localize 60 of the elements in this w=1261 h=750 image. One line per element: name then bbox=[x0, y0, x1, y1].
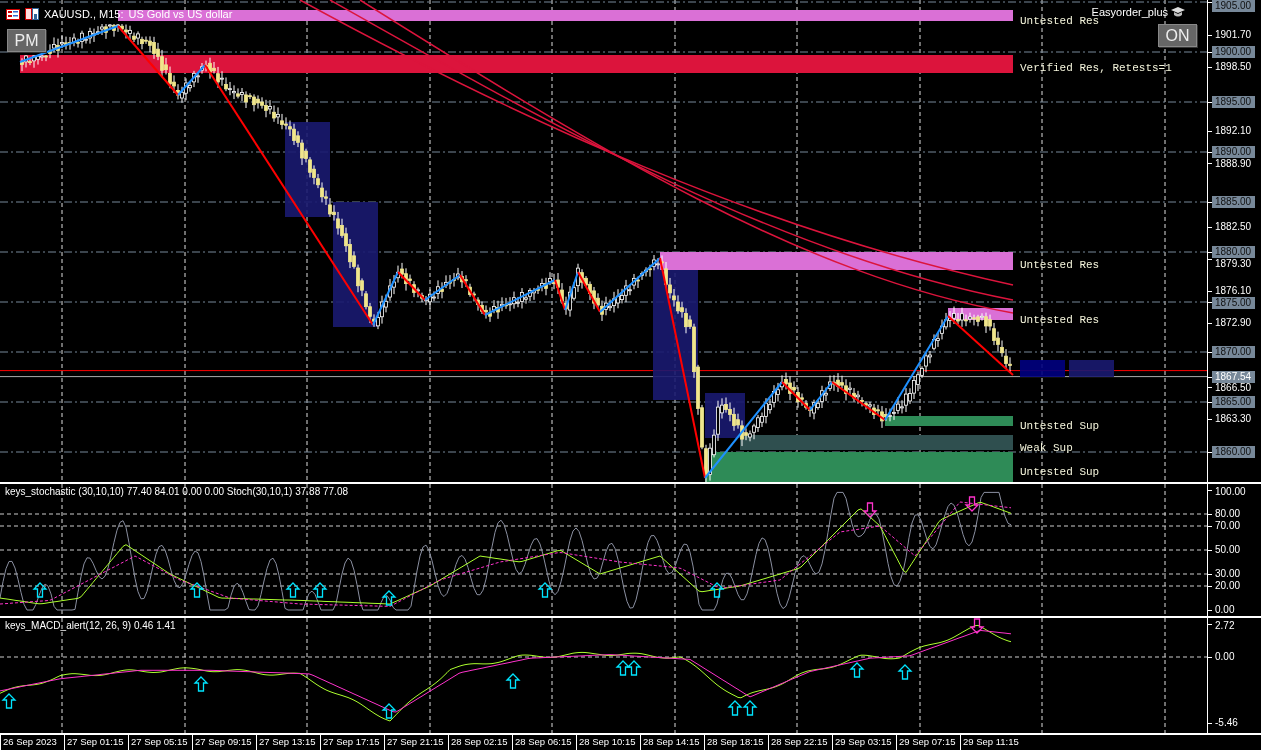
stochastic-title: keys_stochastic (30,10,10) 77.40 84.01 0.00 0.00 Stoch(30,10,1) 37.88 77.08 bbox=[5, 486, 349, 498]
price-label: 1867.54 bbox=[1212, 370, 1256, 383]
axis-label: 80.00 bbox=[1214, 508, 1242, 521]
price-label: 1895.00 bbox=[1212, 96, 1256, 108]
price-label: 1872.90 bbox=[1214, 317, 1253, 329]
time-label: 28 Sep 18:15 bbox=[704, 735, 768, 750]
zone-label: Untested Res bbox=[1020, 314, 1100, 326]
time-label: 29 Sep 07:15 bbox=[896, 735, 960, 750]
price-label: 1901.70 bbox=[1214, 29, 1253, 41]
price-label: 1905.00 bbox=[1212, 0, 1256, 12]
zone-label: Untested Res bbox=[1020, 15, 1100, 27]
time-label: 28 Sep 14:15 bbox=[640, 735, 704, 750]
time-label: 28 Sep 10:15 bbox=[576, 735, 640, 750]
price-label: 1890.00 bbox=[1212, 146, 1256, 158]
axis-label: -5.46 bbox=[1214, 717, 1239, 730]
time-label: 29 Sep 11:15 bbox=[960, 735, 1024, 750]
on-button[interactable]: ON bbox=[1158, 24, 1197, 47]
zone-label: Untested Res bbox=[1020, 259, 1100, 271]
symbol-description: US Gold vs US dollar bbox=[128, 8, 233, 20]
axis-label: 0.00 bbox=[1214, 604, 1236, 617]
price-label: 1863.30 bbox=[1214, 413, 1253, 425]
macd-title: keys_MACD_alert(12, 26, 9) 0.46 1.41 bbox=[5, 620, 176, 632]
time-label: 27 Sep 17:15 bbox=[320, 735, 384, 750]
axis-label: 0.00 bbox=[1214, 651, 1236, 664]
price-label: 1900.00 bbox=[1212, 46, 1256, 58]
time-label: 28 Sep 06:15 bbox=[512, 735, 576, 750]
price-label: 1879.30 bbox=[1214, 257, 1253, 270]
price-label: 1876.10 bbox=[1214, 285, 1253, 297]
axis-label: 70.00 bbox=[1214, 520, 1242, 533]
time-label: 28 Sep 02:15 bbox=[448, 735, 512, 750]
price-label: 1866.50 bbox=[1214, 382, 1253, 395]
time-label: 26 Sep 2023 bbox=[0, 735, 64, 750]
time-label: 27 Sep 21:15 bbox=[384, 735, 448, 750]
time-label: 27 Sep 09:15 bbox=[192, 735, 256, 750]
price-label: 1892.10 bbox=[1214, 125, 1253, 137]
price-label: 1870.00 bbox=[1212, 346, 1256, 358]
price-label: 1882.50 bbox=[1214, 221, 1253, 233]
zone-label: Verified Res, Retests=1 bbox=[1020, 62, 1172, 74]
time-label: 27 Sep 01:15 bbox=[64, 735, 128, 750]
price-label: 1880.00 bbox=[1212, 246, 1256, 258]
price-label: 1865.00 bbox=[1212, 396, 1256, 408]
zone-label: Weak Sup bbox=[1020, 442, 1073, 454]
axis-label: 2.72 bbox=[1214, 620, 1236, 633]
axis-label: 100.00 bbox=[1214, 486, 1247, 499]
zone-label: Untested Sup bbox=[1020, 466, 1100, 478]
price-label: 1898.50 bbox=[1214, 61, 1253, 73]
time-label: 27 Sep 13:15 bbox=[256, 735, 320, 750]
expert-name: Easyorder_plus bbox=[1091, 6, 1168, 18]
pm-button[interactable]: PM bbox=[7, 29, 46, 52]
axis-label: 30.00 bbox=[1214, 568, 1242, 581]
price-label: 1875.00 bbox=[1212, 296, 1256, 309]
zone-label: Untested Sup bbox=[1020, 420, 1100, 432]
price-label: 1885.00 bbox=[1212, 196, 1256, 208]
price-label: 1860.00 bbox=[1212, 446, 1256, 458]
time-label: 29 Sep 03:15 bbox=[832, 735, 896, 750]
time-label: 27 Sep 05:15 bbox=[128, 735, 192, 750]
time-label: 28 Sep 22:15 bbox=[768, 735, 832, 750]
price-label: 1888.90 bbox=[1214, 157, 1253, 170]
axis-label: 20.00 bbox=[1214, 580, 1242, 593]
axis-label: 50.00 bbox=[1214, 544, 1242, 557]
